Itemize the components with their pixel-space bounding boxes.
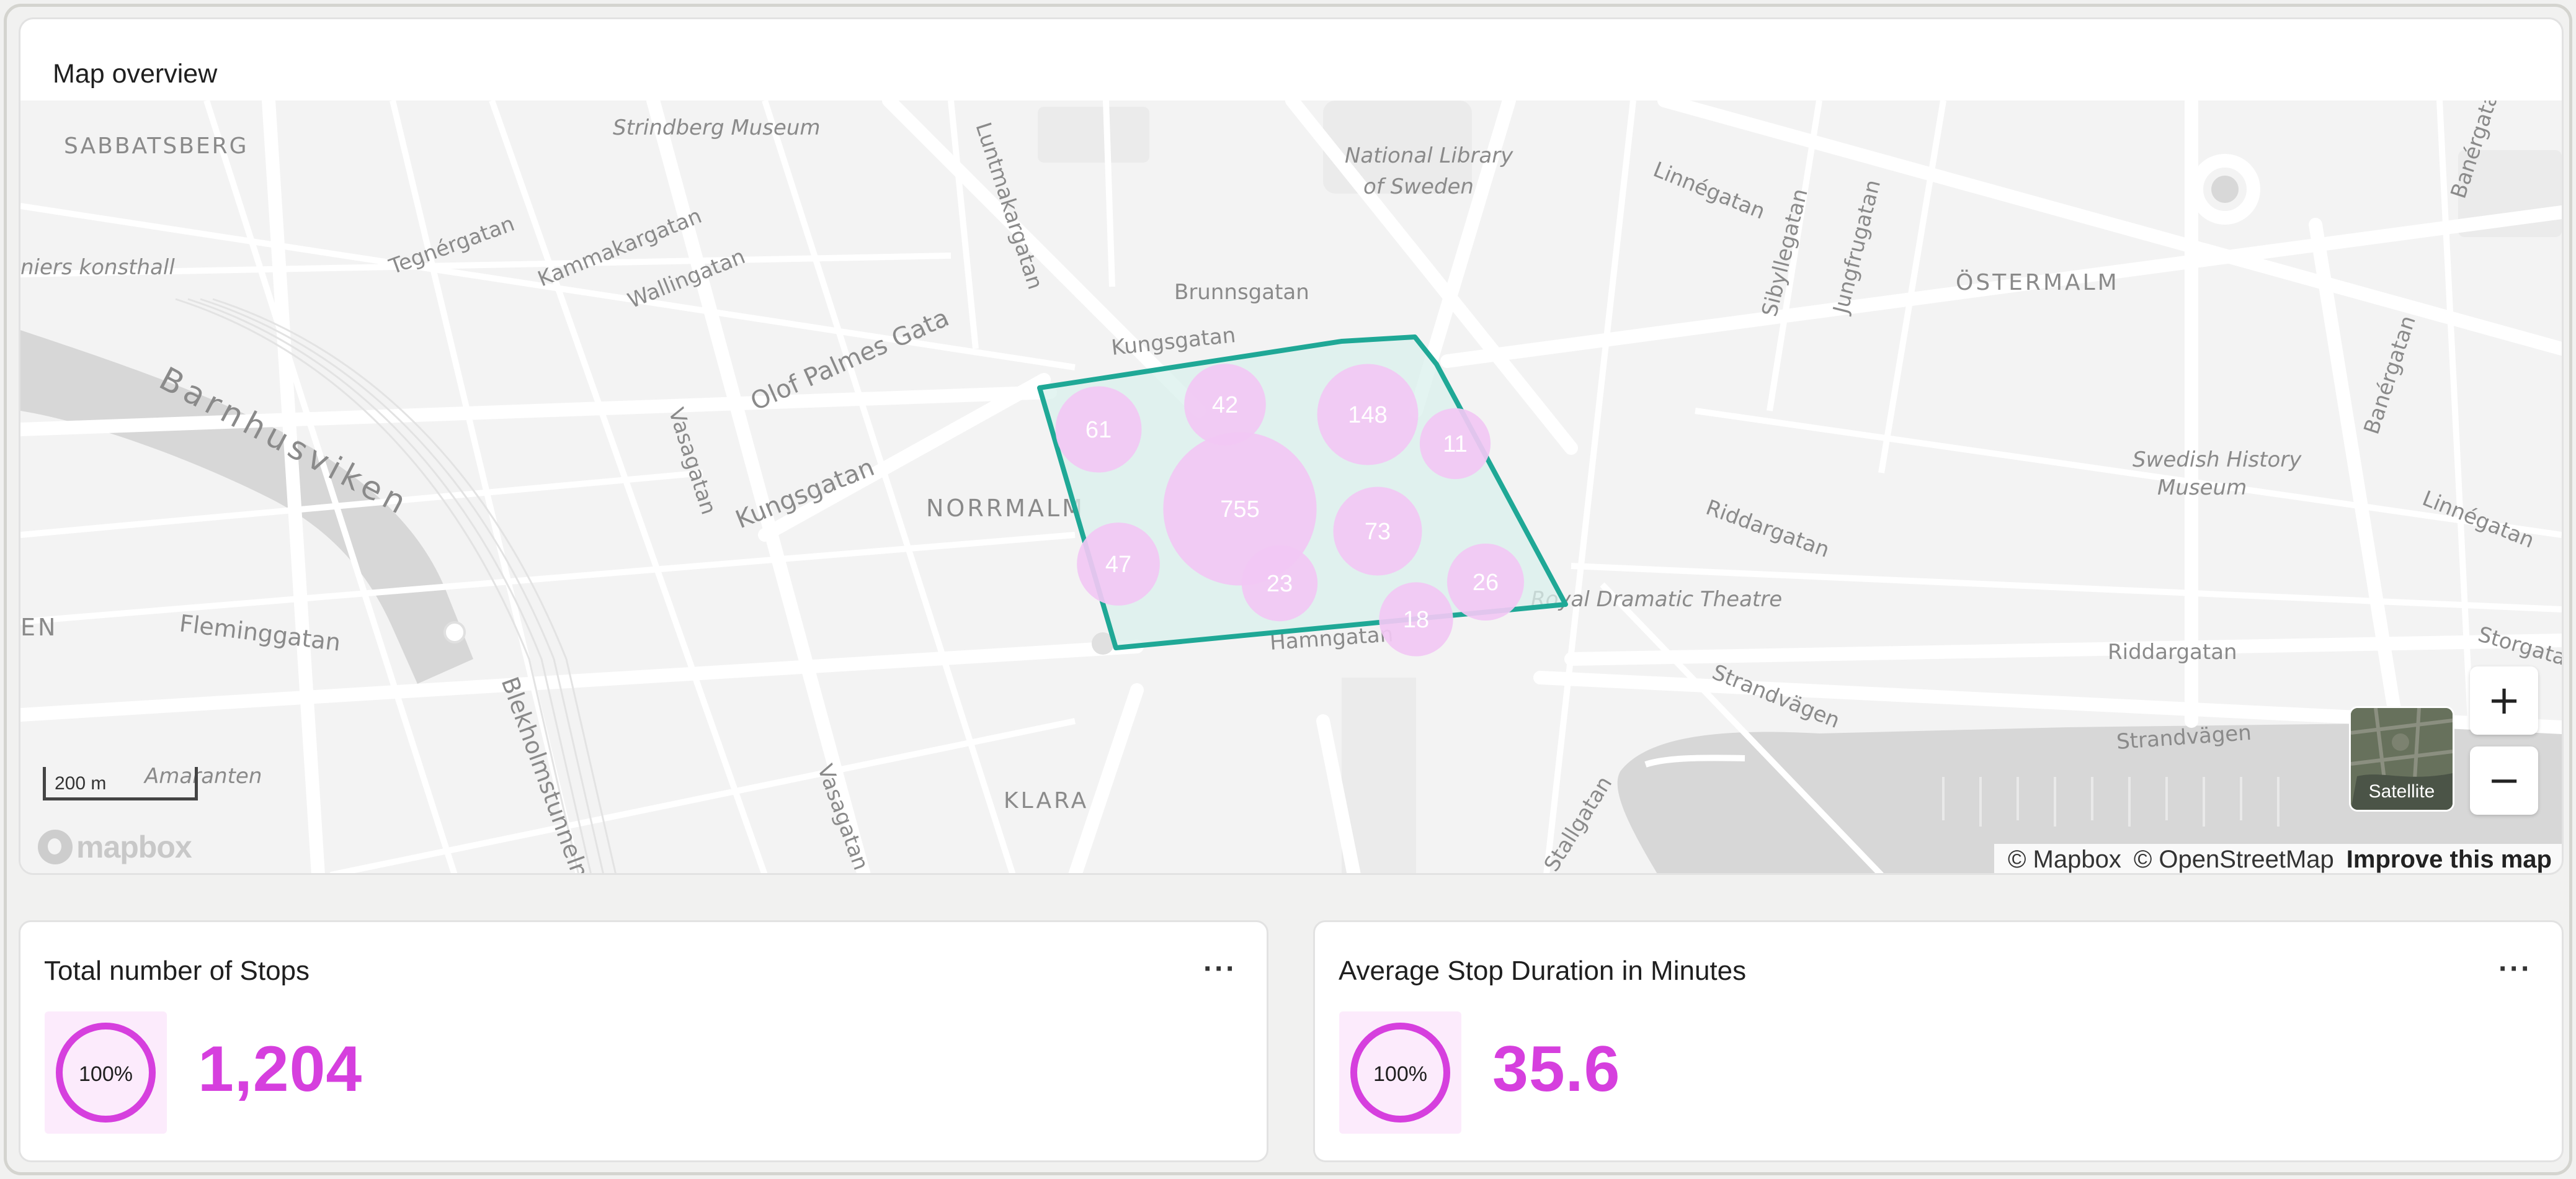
stat-card-avg-duration: Average Stop Duration in Minutes ··· 100…: [1313, 920, 2564, 1162]
cluster-count-label: 148: [1348, 402, 1387, 428]
stat-value: 35.6: [1492, 1033, 1621, 1105]
satellite-toggle-button[interactable]: Satellite: [2349, 706, 2454, 812]
satellite-label: Satellite: [2368, 781, 2435, 802]
map-svg: SABBATSBERG Strindberg Museum Luntmakarg…: [20, 101, 2562, 875]
cluster-count-label: 26: [1473, 570, 1499, 596]
progress-ring-label: 100%: [1373, 1062, 1427, 1086]
map-label-16: Vasagatan: [663, 405, 721, 518]
map-label-20: Museum: [2157, 475, 2247, 500]
cluster-marker[interactable]: 42: [1184, 364, 1266, 446]
map-label-5: Linnégatan: [1650, 157, 1769, 224]
map-label-4: of Sweden: [1363, 174, 1474, 199]
map-label-29: KLARA: [1004, 788, 1089, 814]
stat-title: Average Stop Duration in Minutes: [1339, 956, 1747, 986]
map-label-23: Fleminggatan: [178, 609, 342, 657]
map-label-6: Brunnsgatan: [1174, 280, 1309, 305]
map-label-37: niers konsthall: [20, 255, 175, 280]
map-card-title: Map overview: [53, 59, 218, 89]
stat-value: 1,204: [198, 1033, 363, 1105]
cluster-marker[interactable]: 11: [1419, 408, 1491, 480]
cluster-marker[interactable]: 23: [1241, 545, 1318, 622]
map-label-21: Riddargatan: [1703, 495, 1833, 563]
map-label-7: Kungsgatan: [1110, 323, 1237, 361]
progress-ring: 100%: [45, 1011, 167, 1134]
map-label-8: ÖSTERMALM: [1956, 269, 2119, 295]
cluster-count-label: 755: [1220, 496, 1259, 522]
map-label-3: National Library: [1345, 143, 1513, 168]
zoom-in-button[interactable]: +: [2470, 666, 2538, 735]
more-options-button[interactable]: ···: [2498, 952, 2532, 986]
map-label-0: SABBATSBERG: [64, 133, 249, 159]
cluster-count-label: 42: [1212, 392, 1238, 418]
map-label-19: Swedish History: [2133, 447, 2302, 472]
map-label-11: Wallingatan: [624, 244, 749, 313]
map-label-32: Banérgatan: [2360, 313, 2421, 437]
cluster-marker[interactable]: 18: [1379, 582, 1453, 657]
cluster-count-label: 18: [1403, 607, 1429, 633]
map-canvas[interactable]: SABBATSBERG Strindberg Museum Luntmakarg…: [20, 101, 2562, 875]
cluster-marker[interactable]: 148: [1317, 364, 1419, 465]
map-label-1: Strindberg Museum: [613, 115, 821, 140]
cluster-count-label: 73: [1365, 519, 1391, 545]
map-label-25: Blekholmstunneln: [496, 673, 594, 875]
improve-map-link[interactable]: Improve this map: [2346, 846, 2552, 874]
stat-title: Total number of Stops: [44, 956, 310, 986]
cluster-count-label: 61: [1085, 417, 1112, 443]
stat-card-total-stops: Total number of Stops ··· 100% 1,204: [19, 920, 1268, 1162]
cluster-count-label: 47: [1105, 552, 1131, 578]
map-label-18: NORRMALM: [926, 495, 1085, 522]
cluster-count-label: 11: [1443, 431, 1467, 457]
map-overview-card: Map overview SABBATSBERG Strindberg Muse…: [19, 17, 2564, 875]
progress-ring: 100%: [1339, 1011, 1461, 1134]
scale-bar: 200 m: [43, 767, 198, 800]
map-label-2: Luntmakargatan: [970, 119, 1048, 292]
progress-ring-label: 100%: [79, 1062, 133, 1086]
map-label-27: Riddargatan: [2108, 640, 2237, 665]
map-attribution: © Mapbox © OpenStreetMap Improve this ma…: [1994, 844, 2562, 874]
mapbox-logo[interactable]: mapbox: [38, 828, 192, 866]
map-label-36: EN: [20, 614, 58, 641]
map-label-13: Jungfrugatan: [1828, 177, 1886, 317]
map-label-22: Royal Dramatic Theatre: [1531, 587, 1782, 612]
cluster-marker[interactable]: 26: [1446, 543, 1525, 621]
more-options-button[interactable]: ···: [1203, 952, 1237, 986]
cluster-count-label: 23: [1267, 571, 1293, 597]
dashboard-frame: Map overview SABBATSBERG Strindberg Muse…: [4, 4, 2572, 1175]
mapbox-logo-icon: [38, 830, 73, 864]
cluster-marker[interactable]: 61: [1055, 386, 1142, 473]
mapbox-logo-text: mapbox: [76, 830, 192, 864]
cluster-marker[interactable]: 73: [1333, 486, 1422, 576]
attribution-mapbox-link[interactable]: © Mapbox: [2008, 846, 2121, 874]
zoom-out-button[interactable]: −: [2470, 746, 2538, 815]
attribution-osm-link[interactable]: © OpenStreetMap: [2134, 846, 2334, 874]
cluster-marker[interactable]: 47: [1077, 522, 1160, 606]
